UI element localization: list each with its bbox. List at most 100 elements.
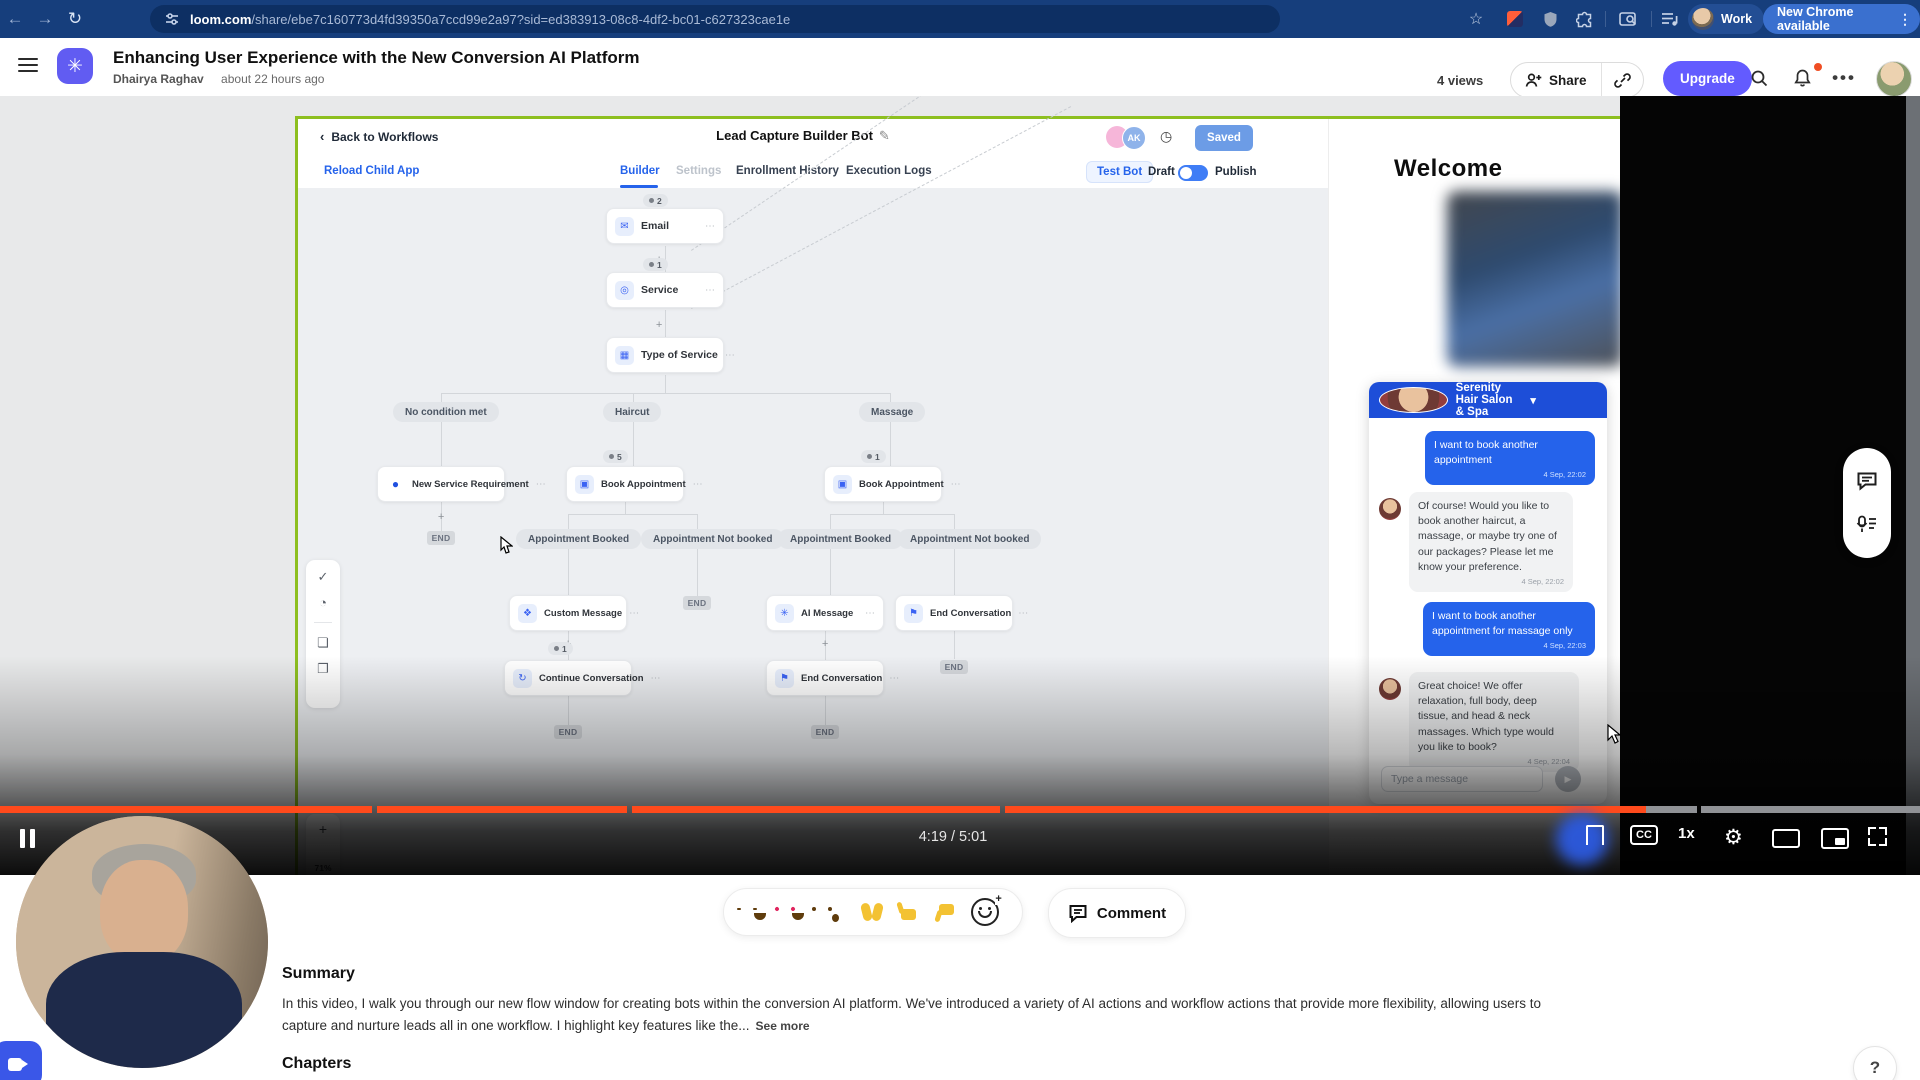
emoji-thumbs-down[interactable] xyxy=(933,899,960,925)
captions-button[interactable]: CC xyxy=(1630,825,1658,845)
tab-builder[interactable]: Builder xyxy=(620,165,660,177)
workflow-node-email[interactable]: ✉ Email ⋯ xyxy=(606,208,724,244)
extensions-puzzle-icon[interactable] xyxy=(1574,9,1594,29)
video-player[interactable]: ‹ Back to Workflows Lead Capture Builder … xyxy=(0,96,1920,875)
share-button[interactable]: Share xyxy=(1511,73,1601,88)
test-bot-button[interactable]: Test Bot xyxy=(1086,161,1154,183)
flow-line xyxy=(633,422,634,466)
grid-icon: ▦ xyxy=(615,345,634,365)
emoji-heart-eyes[interactable] xyxy=(773,899,811,925)
node-menu-icon[interactable]: ⋯ xyxy=(865,608,875,619)
tab-enrollment-history[interactable]: Enrollment History xyxy=(736,165,839,177)
back-to-workflows-link[interactable]: ‹ Back to Workflows xyxy=(320,129,438,144)
node-menu-icon[interactable]: ⋯ xyxy=(725,350,735,361)
forward-icon[interactable]: → xyxy=(30,9,60,29)
hamburger-menu-icon[interactable] xyxy=(18,58,38,72)
tab-settings[interactable]: Settings xyxy=(676,165,721,177)
playback-speed-button[interactable]: 1x xyxy=(1678,825,1695,842)
comment-button[interactable]: Comment xyxy=(1048,888,1186,938)
emoji-raised-hands[interactable] xyxy=(859,899,885,925)
extension-colored-icon[interactable] xyxy=(1505,9,1525,29)
bookmark-button[interactable] xyxy=(1586,825,1604,845)
copy-link-button[interactable] xyxy=(1600,63,1643,97)
seek-bar[interactable] xyxy=(0,806,1920,813)
pip-button[interactable] xyxy=(1821,828,1849,849)
theater-mode-button[interactable] xyxy=(1772,829,1800,848)
node-menu-icon[interactable]: ⋯ xyxy=(705,285,715,296)
emoji-thumbs-up[interactable] xyxy=(896,899,922,925)
comment-tool-icon[interactable]: ❏ xyxy=(317,636,329,649)
site-settings-icon[interactable] xyxy=(164,11,180,27)
chat-message-user: I want to book another appointment 4 Sep,… xyxy=(1425,431,1595,486)
edit-pencil-icon[interactable]: ✎ xyxy=(879,128,890,143)
node-menu-icon[interactable]: ⋯ xyxy=(629,608,639,619)
add-reaction-icon[interactable]: + xyxy=(970,894,1002,926)
toolbar-divider xyxy=(1651,11,1652,27)
upgrade-button[interactable]: Upgrade xyxy=(1663,61,1752,96)
more-options-icon[interactable]: ••• xyxy=(1832,66,1856,90)
flow-line xyxy=(954,549,955,595)
browser-profile-chip[interactable]: Work xyxy=(1688,4,1765,34)
presenter-webcam-bubble[interactable] xyxy=(16,816,268,1068)
saved-button[interactable]: Saved xyxy=(1195,125,1253,151)
validate-icon[interactable]: ✓ xyxy=(318,570,329,583)
reading-list-icon[interactable] xyxy=(1618,9,1638,29)
tag-icon: ● xyxy=(391,477,400,491)
search-icon[interactable] xyxy=(1747,66,1771,90)
chevron-down-icon[interactable]: ▾ xyxy=(1530,394,1597,407)
shield-extension-icon[interactable] xyxy=(1540,9,1560,29)
user-avatar[interactable] xyxy=(1876,61,1912,97)
flow-line xyxy=(890,422,891,466)
flow-line xyxy=(830,549,831,595)
branch-pill: No condition met xyxy=(393,402,499,422)
node-menu-icon[interactable]: ⋯ xyxy=(536,479,546,490)
workflow-node-end-conversation[interactable]: ⚑End Conversation⋯ xyxy=(895,595,1028,631)
comments-icon[interactable] xyxy=(1856,471,1878,491)
chrome-update-pill[interactable]: New Chrome available ⋮ xyxy=(1763,4,1920,34)
draft-publish-toggle[interactable] xyxy=(1178,165,1208,181)
flow-line xyxy=(697,549,698,596)
player-side-toolbar xyxy=(1843,448,1891,558)
notifications-bell-icon[interactable] xyxy=(1790,66,1814,90)
workflow-node-service[interactable]: ◎ Service ⋯ xyxy=(606,272,724,308)
transcript-icon[interactable] xyxy=(1856,515,1878,535)
workflow-node-type-of-service[interactable]: ▦ Type of Service ⋯ xyxy=(606,337,735,373)
analytics-icon[interactable]: ◔ xyxy=(319,596,327,609)
playlist-icon[interactable] xyxy=(1660,9,1680,29)
node-menu-icon[interactable]: ⋯ xyxy=(693,479,703,490)
loom-record-button[interactable] xyxy=(0,1041,42,1080)
url-bar[interactable]: loom.com/share/ebe7c160773d4fd39350a7ccd… xyxy=(150,5,1280,33)
workflow-node-custom-message[interactable]: ❖ Custom Message ⋯ xyxy=(509,595,639,631)
message-time: 4 Sep, 22:02 xyxy=(1521,577,1564,587)
browser-menu-icon[interactable]: ⋮ xyxy=(1898,11,1912,28)
update-pill-label: New Chrome available xyxy=(1777,5,1854,33)
node-menu-icon[interactable]: ⋯ xyxy=(705,221,715,232)
settings-gear-icon[interactable]: ⚙ xyxy=(1724,825,1743,850)
plus-connector[interactable]: + xyxy=(819,639,831,650)
chat-header[interactable]: Serenity Hair Salon & Spa ▾ xyxy=(1369,382,1607,418)
emoji-surprised[interactable] xyxy=(811,899,848,925)
workflow-node-new-service-requirement[interactable]: ● New Service Requirement ⋯ xyxy=(377,466,546,502)
share-label: Share xyxy=(1549,72,1587,88)
node-menu-icon[interactable]: ⋯ xyxy=(1018,608,1028,619)
workflow-node-book-appointment[interactable]: ▣ Book Appointment ⋯ xyxy=(566,466,703,502)
back-icon[interactable]: ← xyxy=(0,9,30,29)
fullscreen-button[interactable] xyxy=(1868,827,1887,846)
tab-execution-logs[interactable]: Execution Logs xyxy=(846,165,932,177)
reload-icon[interactable]: ↻ xyxy=(60,9,90,29)
reload-child-app-link[interactable]: Reload Child App xyxy=(324,165,419,177)
flag-icon: ⚑ xyxy=(904,603,923,623)
node-menu-icon[interactable]: ⋯ xyxy=(951,479,961,490)
history-clock-icon[interactable]: ◷ xyxy=(1160,128,1172,145)
bookmark-star-icon[interactable]: ☆ xyxy=(1466,9,1486,29)
workflow-node-book-appointment[interactable]: ▣ Book Appointment ⋯ xyxy=(824,466,961,502)
plus-connector[interactable]: + xyxy=(653,320,665,331)
emoji-joy[interactable] xyxy=(737,899,773,925)
plus-connector[interactable]: + xyxy=(435,512,447,523)
condition-pill: Appointment Booked xyxy=(778,529,904,549)
url-path: /share/ebe7c160773d4fd39350a7ccd99e2a97?… xyxy=(251,11,791,27)
author-name[interactable]: Dhairya Raghav xyxy=(113,72,204,86)
loom-logo[interactable]: ✳ xyxy=(57,48,93,84)
workflow-node-ai-message[interactable]: ✳ AI Message ⋯ xyxy=(766,595,884,631)
see-more-link[interactable]: See more xyxy=(756,1019,810,1033)
